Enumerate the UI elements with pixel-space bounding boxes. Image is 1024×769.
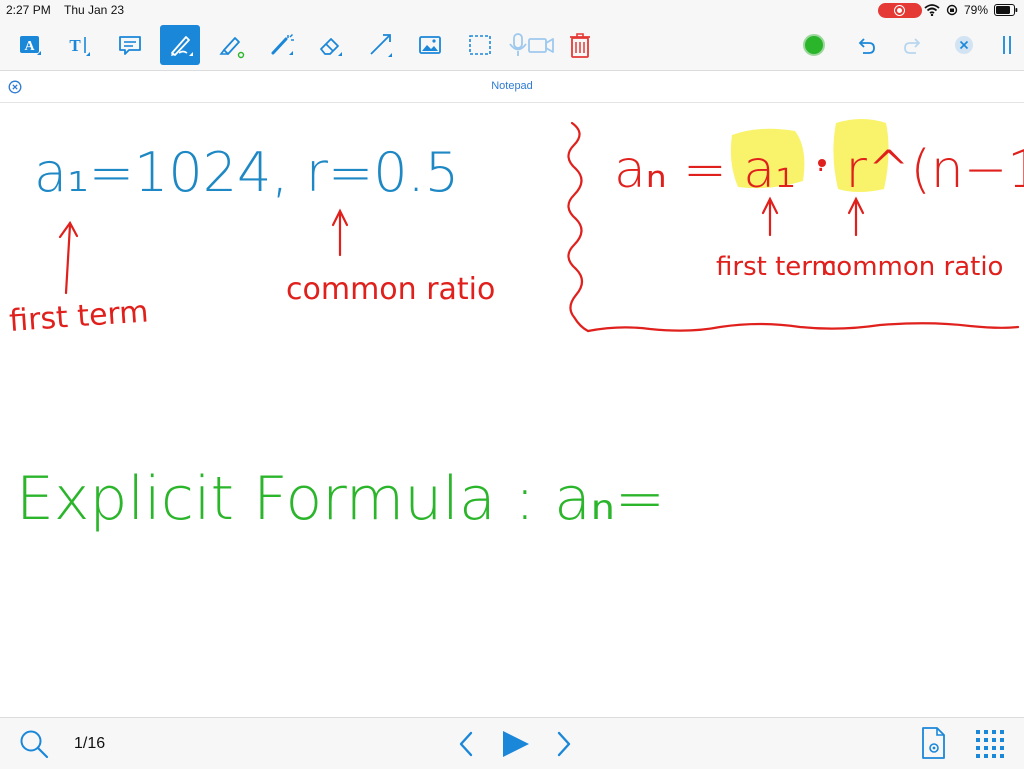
box-label-common-ratio: common ratio [822, 252, 1003, 282]
svg-text:T: T [69, 36, 81, 55]
selection-tool-icon [469, 35, 491, 55]
play-icon[interactable] [500, 728, 532, 760]
text-box-tool[interactable]: T [60, 27, 96, 63]
handwriting-layer: a₁=1024, r=0.5 first term common ratio a… [8, 119, 1024, 534]
battery-icon [994, 4, 1018, 16]
eraser-tool-icon [320, 38, 342, 56]
video-camera-icon [528, 38, 554, 53]
label-common-ratio: common ratio [286, 272, 495, 307]
trash-icon [570, 33, 590, 58]
page-indicator: 1/16 [74, 735, 106, 752]
wifi-icon [924, 4, 940, 16]
screen-recording-indicator[interactable] [878, 3, 922, 18]
text-box-tool-icon: T [69, 36, 90, 56]
bottom-bar: 1/16 [0, 717, 1024, 769]
document-settings-icon[interactable] [918, 726, 950, 760]
arrow-first-term [58, 220, 79, 295]
explicit-formula-line: Explicit Formula : aₙ= [16, 464, 665, 534]
pen-tool-icon [171, 36, 193, 56]
undo-button[interactable] [848, 27, 884, 63]
given-values: a₁=1024, r=0.5 [34, 141, 459, 204]
status-right-cluster: 79% [924, 2, 1018, 18]
color-swatch-icon [803, 34, 825, 56]
arrow-box-ratio [847, 196, 865, 237]
text-format-tool-icon: A [20, 36, 41, 55]
line-tool[interactable] [362, 27, 398, 63]
document-tab-bar: Notepad [0, 71, 1024, 103]
label-first-term: first term [8, 294, 150, 339]
laser-pointer-tool-icon [271, 33, 294, 55]
page-grid-icon[interactable] [974, 728, 1006, 760]
tab-title[interactable]: Notepad [0, 80, 1024, 92]
next-page-icon[interactable] [554, 730, 574, 758]
close-icon [955, 36, 973, 54]
status-date: Thu Jan 23 [64, 3, 125, 17]
arrow-common-ratio [331, 208, 349, 257]
comment-tool[interactable] [112, 27, 148, 63]
eraser-tool[interactable] [312, 27, 348, 63]
status-bar: 2:27 PM Thu Jan 23 79% [0, 0, 1024, 20]
battery-percent: 79% [963, 3, 988, 17]
split-view-button[interactable] [992, 27, 1022, 63]
pen-tool[interactable] [160, 25, 200, 65]
redo-icon [904, 38, 921, 54]
laser-pointer-tool[interactable] [263, 27, 299, 63]
comment-tool-icon [119, 36, 141, 55]
formula-box-wave [567, 121, 590, 333]
previous-page-icon[interactable] [456, 730, 476, 758]
search-icon[interactable] [18, 728, 50, 760]
undo-icon [858, 38, 875, 54]
arrow-box-first [761, 196, 779, 237]
selection-tool[interactable] [462, 27, 498, 63]
highlighter-tool[interactable] [213, 27, 249, 63]
status-time: 2:27 PM [6, 3, 51, 17]
orientation-lock-icon [946, 4, 958, 16]
recursive-formula: aₙ = a₁ · r^(n−1) [614, 140, 1024, 200]
image-tool-icon [419, 36, 441, 54]
line-tool-icon [370, 34, 392, 57]
note-canvas[interactable]: a₁=1024, r=0.5 first term common ratio a… [0, 103, 1024, 717]
box-label-first-term: first term [716, 252, 837, 282]
split-view-icon [1003, 36, 1011, 54]
redo-button[interactable] [895, 27, 931, 63]
annotation-toolbar: A T [0, 20, 1024, 71]
formula-box-bottom [586, 322, 1020, 333]
close-toolbar-button[interactable] [946, 27, 982, 63]
highlighter-tool-icon [219, 37, 245, 59]
image-tool[interactable] [412, 27, 448, 63]
pen-color-swatch[interactable] [796, 27, 832, 63]
text-format-tool[interactable]: A [12, 27, 48, 63]
svg-text:A: A [24, 39, 35, 54]
video-record-tool[interactable] [523, 27, 559, 63]
delete-tool[interactable] [562, 27, 598, 63]
